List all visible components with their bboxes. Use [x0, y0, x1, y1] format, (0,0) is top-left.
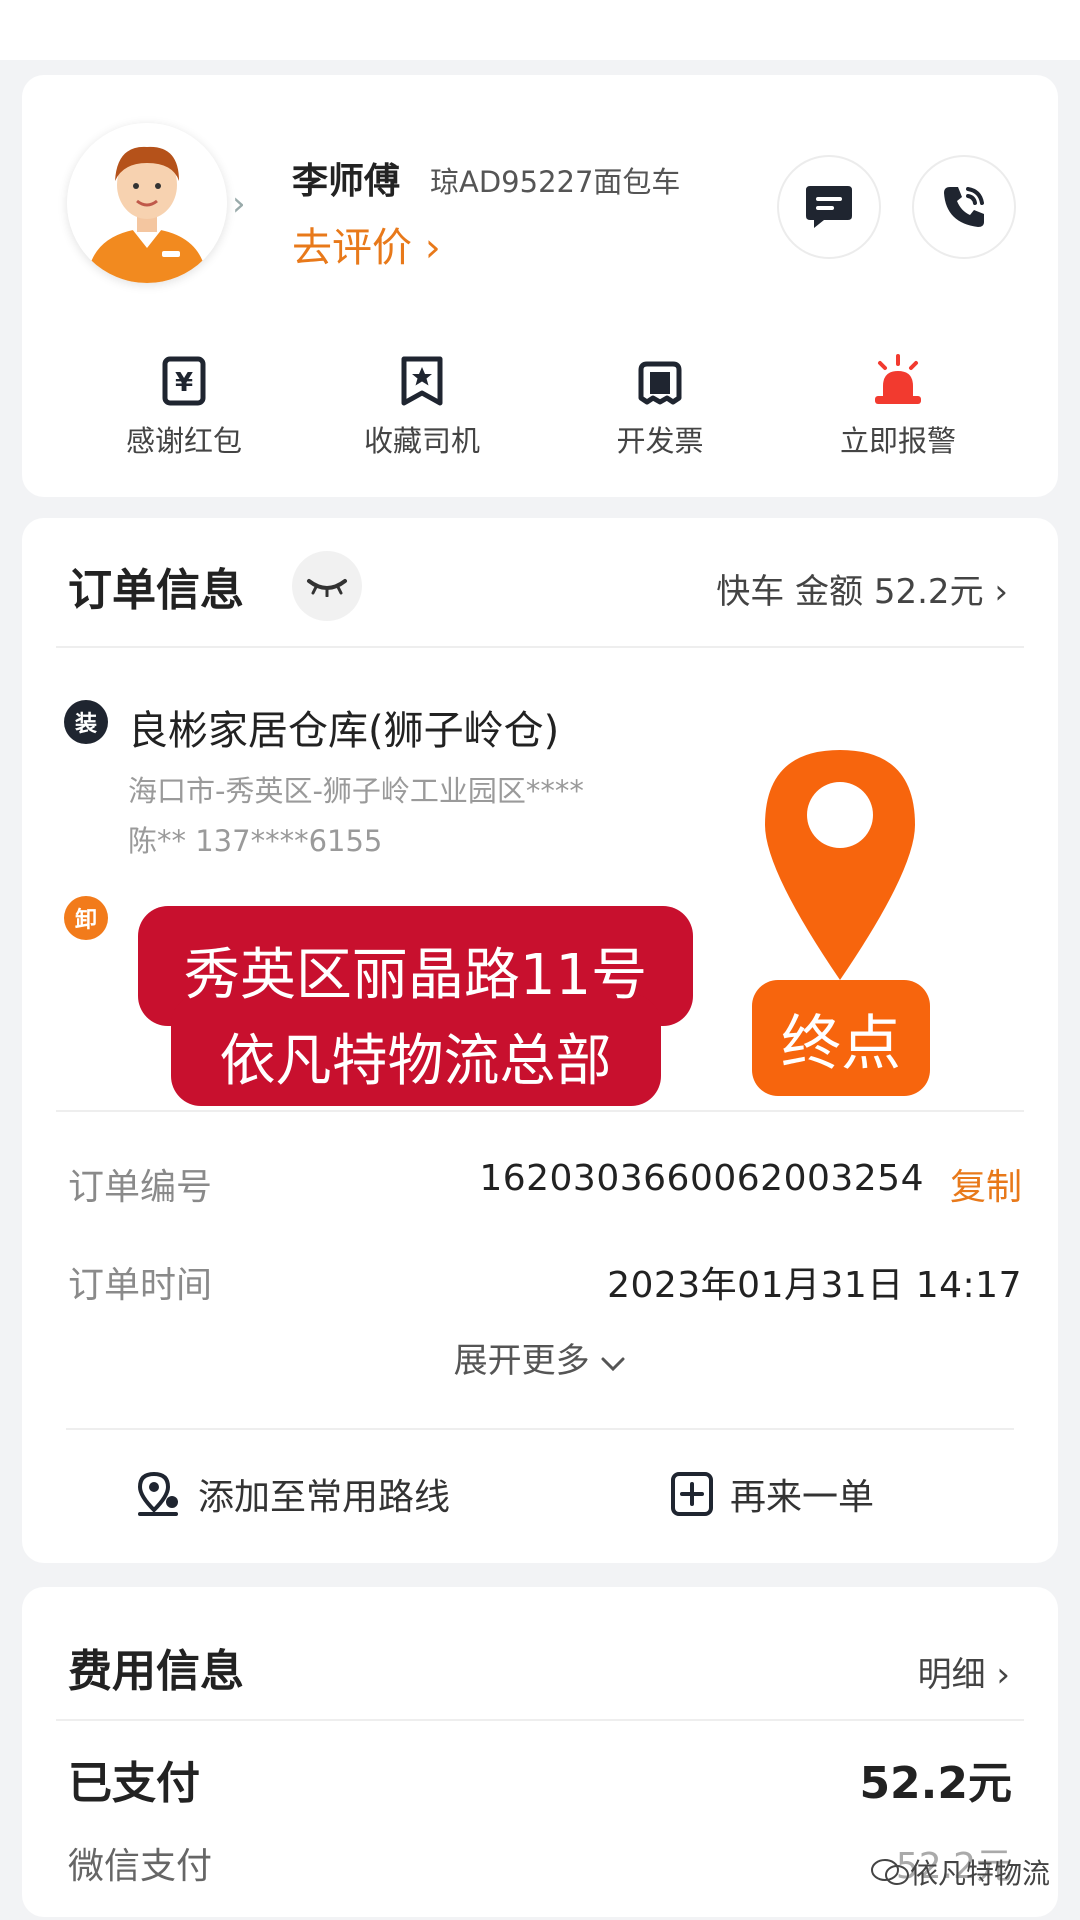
order-time-value: 2023年01月31日 14:17: [607, 1265, 1022, 1306]
chat-bubble-icon: [806, 186, 852, 228]
chevron-down-icon: [601, 1357, 625, 1372]
divider: [66, 1428, 1014, 1430]
destination-label: 终点: [752, 980, 930, 1096]
chevron-right-icon: ›: [424, 225, 441, 271]
rate-driver-label: 去评价: [292, 225, 412, 271]
driver-name: 李师傅: [292, 161, 401, 202]
eye-closed-icon: [307, 579, 347, 597]
order-number-value: 1620303660062003254: [479, 1158, 924, 1199]
pickup-name: 良彬家居仓库(狮子岭仓): [128, 708, 560, 754]
expand-more-button[interactable]: 展开更多: [22, 1333, 1058, 1382]
vehicle-plate: 琼AD95227面包车: [430, 165, 681, 199]
order-time-label: 订单时间: [68, 1265, 213, 1306]
privacy-toggle-button[interactable]: [292, 551, 362, 621]
plus-square-icon: [671, 1472, 713, 1516]
reorder-label: 再来一单: [730, 1477, 875, 1518]
invoice-icon: [638, 361, 682, 405]
divider: [56, 646, 1024, 648]
message-button[interactable]: [777, 155, 881, 259]
driver-avatar-illustration: [67, 123, 227, 283]
chevron-right-icon: ›: [996, 1655, 1010, 1695]
svg-text:¥: ¥: [175, 368, 193, 398]
add-common-route-button[interactable]: 添加至常用路线: [134, 1468, 450, 1520]
copy-order-number-button[interactable]: 复制: [950, 1158, 1022, 1210]
watermark: 依凡特物流: [870, 1852, 1050, 1892]
action-label: 立即报警: [839, 424, 956, 458]
order-number-label: 订单编号: [68, 1167, 213, 1208]
order-amount-link[interactable]: 快车 金额 52.2元 ›: [716, 564, 1008, 613]
pickup-badge: 装: [64, 700, 108, 744]
wechat-logo-icon: [870, 1859, 909, 1885]
phone-icon: [944, 187, 984, 227]
add-route-label: 添加至常用路线: [198, 1477, 451, 1518]
top-status-bar: [0, 0, 1080, 60]
divider: [56, 1719, 1024, 1721]
location-pin-icon: [755, 740, 925, 984]
star-bookmark-icon: [401, 356, 443, 406]
order-meta-text: 快车 金额 52.2元: [716, 572, 984, 612]
address-overlay-sticker: 秀英区丽晶路11号 依凡特物流总部: [138, 906, 693, 1106]
avatar-chevron-icon: ›: [232, 184, 246, 224]
thank-red-packet-action[interactable]: ¥ 感谢红包: [84, 350, 284, 460]
pickup-contact: 陈** 137****6155: [128, 824, 383, 858]
action-label: 开发票: [616, 424, 704, 458]
fee-detail-link[interactable]: 明细 ›: [918, 1647, 1010, 1696]
driver-avatar[interactable]: [67, 123, 227, 283]
watermark-text: 依凡特物流: [909, 1857, 1050, 1890]
overlay-address-line: 秀英区丽晶路11号: [183, 943, 648, 1008]
action-label: 感谢红包: [125, 424, 242, 458]
invoice-action[interactable]: 开发票: [560, 350, 760, 460]
alarm-siren-icon: [875, 354, 921, 404]
wechat-pay-label: 微信支付: [68, 1846, 213, 1887]
pickup-address: 海口市-秀英区-狮子岭工业园区****: [128, 774, 584, 808]
rate-driver-link[interactable]: 去评价 ›: [292, 215, 441, 273]
order-info-title: 订单信息: [68, 565, 244, 616]
paid-value: 52.2元: [859, 1758, 1012, 1809]
report-police-action[interactable]: 立即报警: [798, 350, 998, 460]
paid-label: 已支付: [68, 1758, 200, 1809]
divider: [56, 1110, 1024, 1112]
driver-card: › 李师傅 琼AD95227面包车 去评价 › ¥ 感谢红包 收藏司机 开发票 …: [22, 75, 1058, 497]
reorder-button[interactable]: 再来一单: [670, 1468, 874, 1520]
chevron-right-icon: ›: [994, 572, 1008, 612]
call-button[interactable]: [912, 155, 1016, 259]
expand-more-label: 展开更多: [453, 1341, 590, 1381]
fee-info-title: 费用信息: [68, 1646, 244, 1697]
favorite-driver-action[interactable]: 收藏司机: [322, 350, 522, 460]
yen-envelope-icon: ¥: [162, 356, 206, 406]
route-pin-icon: [137, 1471, 178, 1516]
fee-detail-label: 明细: [917, 1655, 986, 1695]
action-label: 收藏司机: [363, 424, 480, 458]
overlay-company-line: 依凡特物流总部: [219, 1029, 612, 1094]
dropoff-badge: 卸: [64, 896, 108, 940]
